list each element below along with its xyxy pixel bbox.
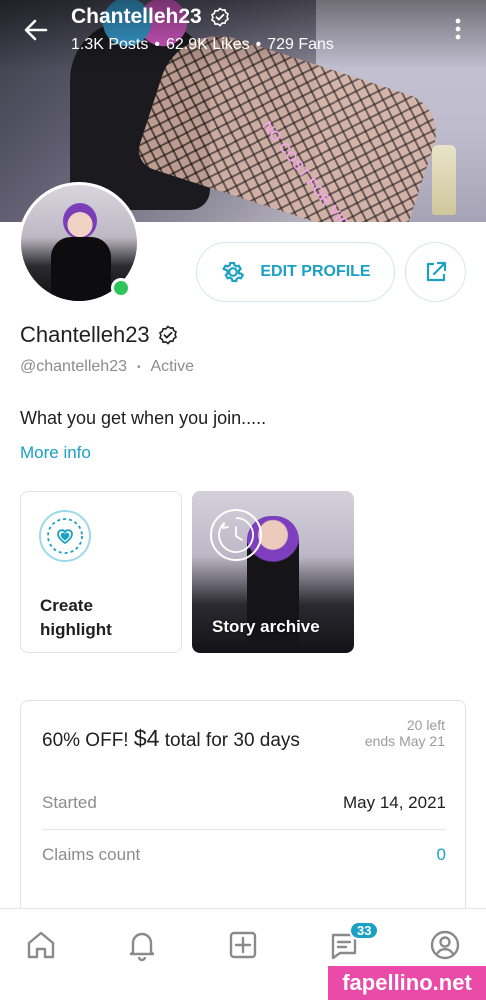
activity-status: Active — [150, 358, 195, 375]
stats-separator: • — [255, 36, 262, 53]
share-icon — [426, 261, 446, 282]
nav-notifications[interactable] — [122, 925, 162, 965]
promo-remaining: 20 left — [406, 717, 445, 733]
verified-icon — [158, 325, 177, 345]
profile-icon — [430, 930, 460, 960]
started-label: Started — [42, 793, 97, 812]
create-highlight-circle — [39, 510, 91, 562]
separator-dot: • — [136, 361, 141, 373]
promo-row-started: Started May 14, 2021 — [42, 793, 446, 813]
promo-card: 60% OFF! $4 total for 30 days 20 left en… — [20, 700, 466, 940]
promo-headline: 60% OFF! $4 total for 30 days — [42, 725, 300, 752]
nav-new-post[interactable] — [223, 925, 263, 965]
cover-bottle — [432, 145, 456, 215]
arrow-left-icon — [24, 19, 48, 41]
promo-divider — [42, 829, 446, 830]
stats-separator: • — [154, 36, 160, 53]
online-status-dot — [111, 278, 131, 298]
promo-price: $4 — [133, 725, 160, 751]
edit-profile-button[interactable]: EDIT PROFILE — [196, 242, 395, 302]
edit-profile-label: EDIT PROFILE — [260, 263, 371, 280]
display-name: Chantelleh23 — [20, 322, 150, 347]
verified-icon — [210, 7, 229, 27]
posts-count: 1.3K Posts — [71, 36, 149, 53]
create-highlight-label-line2: highlight — [40, 620, 112, 639]
messages-badge: 33 — [349, 921, 380, 940]
page-title: Chantelleh23 — [71, 5, 202, 28]
heart-icon — [47, 518, 83, 554]
fans-count: 729 Fans — [267, 36, 334, 53]
back-button[interactable] — [20, 14, 52, 46]
kebab-menu-icon — [455, 18, 461, 40]
avatar-body — [51, 237, 111, 301]
promo-duration: total for 30 days — [164, 730, 300, 751]
claims-count-label: Claims count — [42, 845, 141, 864]
bell-icon — [129, 932, 155, 962]
bio-text: What you get when you join..... — [20, 408, 267, 428]
story-archive-circle — [210, 509, 262, 561]
started-value: May 14, 2021 — [342, 793, 446, 812]
gear-icon — [222, 261, 245, 283]
create-highlight-card[interactable]: Create highlight — [20, 491, 182, 653]
more-info-link[interactable]: More info — [20, 443, 91, 463]
profile-stats: 1.3K Posts • 62.9K Likes • 729 Fans — [71, 36, 334, 54]
handle-row: @chantelleh23 • Active — [20, 358, 194, 376]
create-highlight-label: Create highlight — [40, 594, 112, 642]
create-highlight-label-line1: Create — [40, 596, 93, 615]
promo-meta: 20 left ends May 21 — [365, 717, 445, 749]
display-name-row: Chantelleh23 — [20, 322, 178, 348]
more-options-button[interactable] — [448, 14, 468, 44]
top-bar: Chantelleh23 1.3K Posts • 62.9K Likes • … — [0, 0, 486, 64]
add-square-icon — [229, 931, 257, 959]
watermark: fapellino.net — [328, 966, 486, 1000]
nav-home[interactable] — [21, 925, 61, 965]
claims-count-value[interactable]: 0 — [437, 845, 446, 865]
history-clock-icon — [218, 517, 254, 553]
page-title-row: Chantelleh23 — [71, 5, 230, 29]
story-archive-label: Story archive — [212, 617, 320, 636]
likes-count: 62.9K Likes — [165, 36, 250, 53]
home-icon — [27, 931, 55, 959]
handle: @chantelleh23 — [20, 358, 127, 375]
avatar-head — [63, 203, 97, 239]
share-button[interactable] — [405, 242, 466, 302]
promo-end-date: ends May 21 — [364, 733, 445, 749]
promo-row-claims: Claims count 0 — [42, 845, 446, 865]
nav-profile[interactable] — [425, 925, 465, 965]
promo-discount: 60% OFF! — [42, 730, 129, 751]
